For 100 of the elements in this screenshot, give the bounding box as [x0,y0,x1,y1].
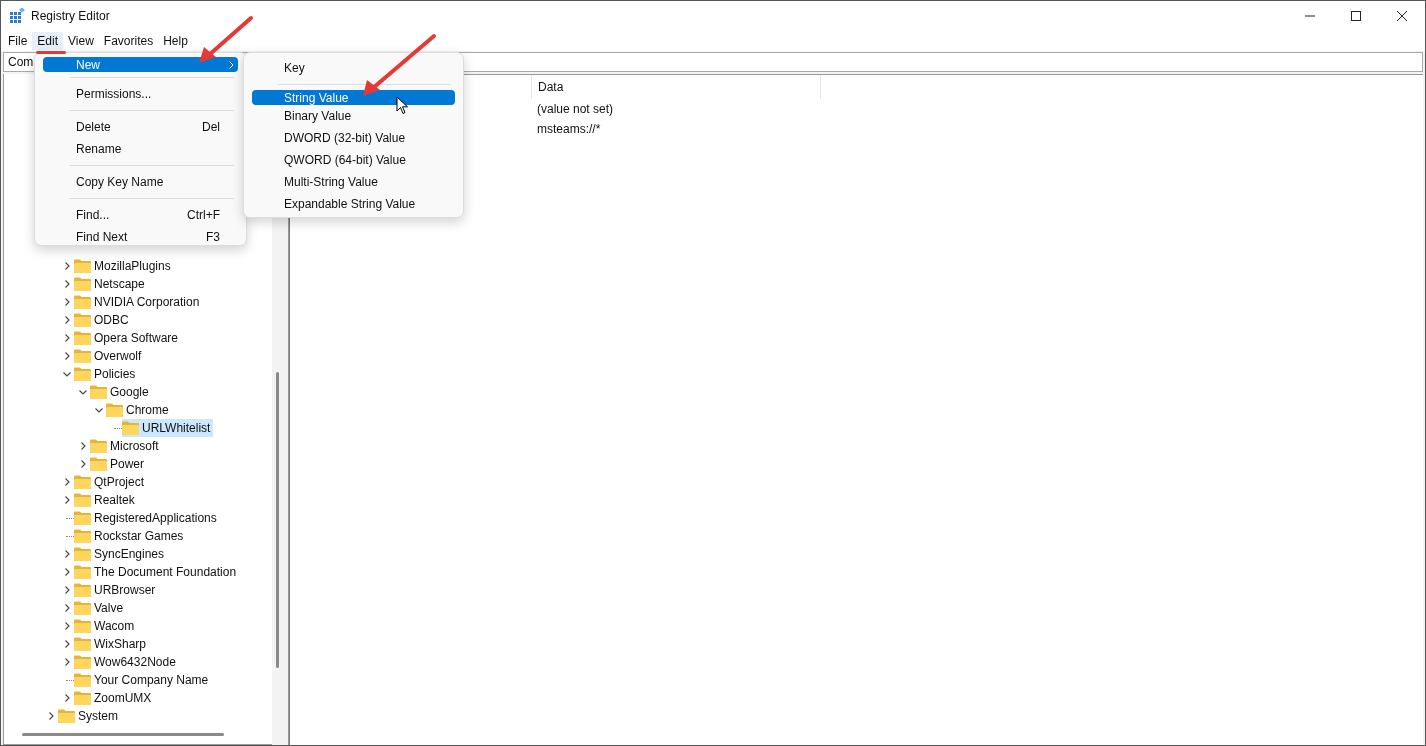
folder-icon [74,475,91,489]
tree-item[interactable]: Google [90,383,152,401]
tree-item[interactable]: Netscape [74,275,148,293]
menu-item[interactable]: File [3,32,33,50]
menu-item[interactable]: DWORD (32-bit) Value [252,127,455,149]
chevron-icon[interactable] [63,550,71,558]
folder-icon [90,385,107,399]
chevron-icon[interactable] [79,442,87,450]
chevron-icon[interactable] [63,370,71,378]
folder-icon [74,313,91,327]
menu-item[interactable]: Rename [43,138,238,160]
folder-icon [90,439,107,453]
folder-icon [74,331,91,345]
chevron-icon[interactable] [95,406,103,414]
tree-item[interactable]: Policies [74,365,139,383]
menu-item[interactable]: Find Next F3 [43,226,238,248]
window-title: Registry Editor [31,9,110,23]
chevron-icon[interactable] [63,280,71,288]
tree-item[interactable]: WixSharp [74,635,149,653]
folder-icon [74,511,91,525]
menu-item[interactable]: String Value [252,90,455,105]
folder-icon [74,619,91,633]
folder-icon [74,367,91,381]
tree-item[interactable]: Rockstar Games [74,527,187,545]
folder-icon [74,601,91,615]
folder-icon [106,403,123,417]
chevron-icon[interactable] [47,712,55,720]
menu-item[interactable]: Edit [32,32,64,50]
chevron-icon[interactable] [63,694,71,702]
scrollbar-thumb[interactable] [22,733,224,736]
tree-item[interactable]: QtProject [74,473,147,491]
tree-item[interactable]: Valve [74,599,127,617]
folder-icon [74,673,91,687]
folder-icon [74,277,91,291]
menu-item[interactable]: New [43,57,238,72]
menu-item[interactable]: Copy Key Name [43,171,238,193]
folder-icon [90,457,107,471]
menu-item[interactable]: Favorites [98,32,159,50]
maximize-icon [1351,11,1361,21]
menu-item[interactable]: Permissions... [43,83,238,105]
tree-item[interactable]: SyncEngines [74,545,168,563]
chevron-icon[interactable] [63,622,71,630]
folder-icon [74,529,91,543]
folder-icon [74,295,91,309]
tree-item[interactable]: Overwolf [74,347,145,365]
folder-icon [74,259,91,273]
chevron-icon[interactable] [63,658,71,666]
chevron-icon[interactable] [63,262,71,270]
tree-item[interactable]: Chrome [106,401,172,419]
chevron-icon[interactable] [79,460,87,468]
registry-app-icon [9,8,25,24]
column-header[interactable]: Data [538,80,564,94]
tree-item[interactable]: NVIDIA Corporation [74,293,203,311]
tree-item[interactable]: Power [90,455,147,473]
chevron-icon[interactable] [63,334,71,342]
annotation-underline [36,51,66,54]
tree-item[interactable]: MozillaPlugins [74,257,174,275]
chevron-icon[interactable] [63,640,71,648]
tree-item[interactable]: ZoomUMX [74,689,155,707]
folder-icon [58,709,75,723]
tree-item[interactable]: Opera Software [74,329,182,347]
annotation-arrow [199,16,253,63]
folder-icon [74,691,91,705]
menu-item[interactable]: Delete Del [43,116,238,138]
menu-item[interactable]: QWORD (64-bit) Value [252,149,455,171]
chevron-icon[interactable] [63,298,71,306]
tree-item[interactable]: RegisteredApplications [74,509,220,527]
tree-item[interactable]: URLWhitelist [122,419,214,437]
tree-item[interactable]: Microsoft [90,437,162,455]
tree-line [66,517,74,519]
tree-item[interactable]: System [58,707,121,725]
tree-line [66,679,74,681]
chevron-icon[interactable] [79,388,87,396]
folder-icon [74,655,91,669]
chevron-icon[interactable] [63,604,71,612]
table-cell: (value not set) [537,102,614,116]
tree-item[interactable]: Your Company Name [74,671,212,689]
menu-item[interactable]: Find... Ctrl+F [43,204,238,226]
tree-line [114,427,122,429]
chevron-icon[interactable] [63,586,71,594]
menu-item[interactable]: Help [158,32,193,50]
chevron-icon[interactable] [63,352,71,360]
tree-item[interactable]: URBrowser [74,581,159,599]
chevron-icon[interactable] [63,316,71,324]
chevron-icon[interactable] [63,478,71,486]
tree-item[interactable]: The Document Foundation [74,563,240,581]
scrollbar-thumb[interactable] [276,372,279,668]
table-cell: msteams://* [537,122,601,136]
tree-item[interactable]: Wow6432Node [74,653,179,671]
menu-item[interactable]: Expandable String Value [252,193,455,215]
menu-item[interactable]: Multi-String Value [252,171,455,193]
tree-item[interactable]: ODBC [74,311,132,329]
folder-icon [74,565,91,579]
close-icon [1397,11,1407,21]
menu-item[interactable]: View [63,32,99,50]
chevron-icon[interactable] [63,568,71,576]
menu-item[interactable]: Binary Value [252,105,455,127]
tree-item[interactable]: Realtek [74,491,138,509]
chevron-icon[interactable] [63,496,71,504]
tree-item[interactable]: Wacom [74,617,138,635]
